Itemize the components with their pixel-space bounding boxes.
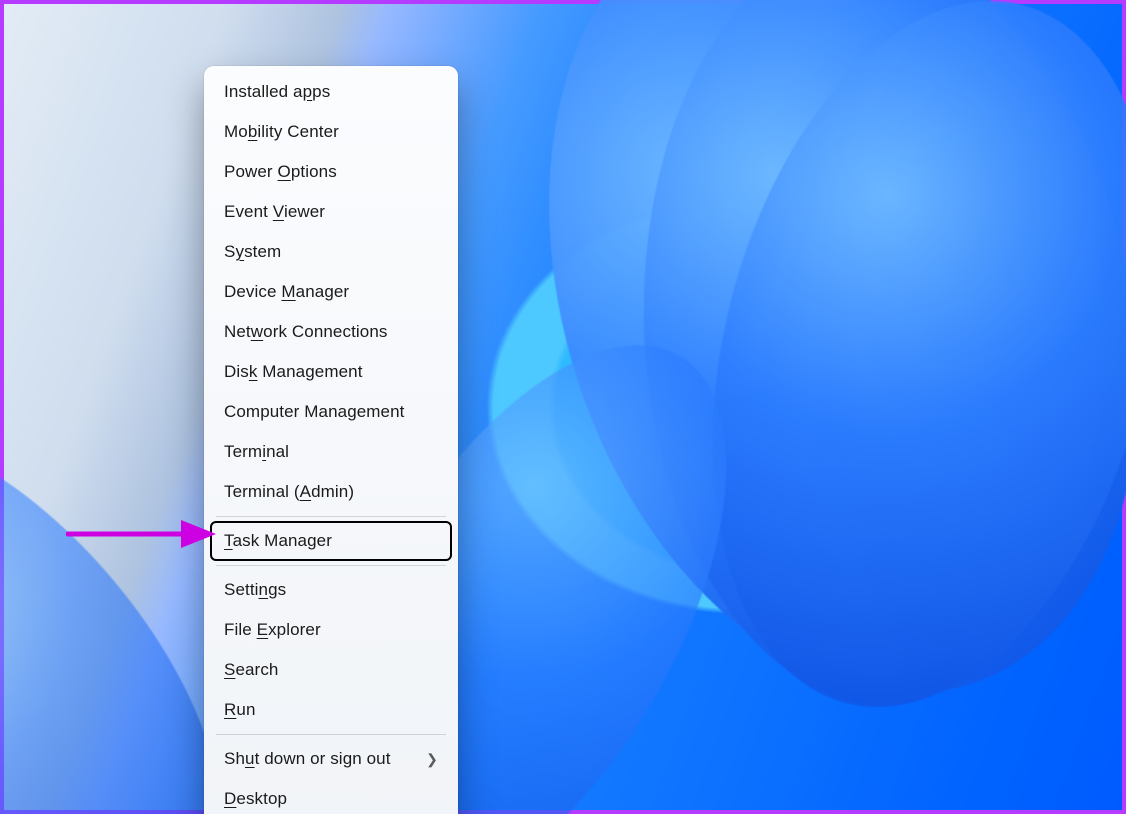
menu-item-label: Task Manager [224, 531, 332, 551]
menu-item-label: Mobility Center [224, 122, 339, 142]
menu-item-event-viewer[interactable]: Event Viewer [210, 192, 452, 232]
menu-item-installed-apps[interactable]: Installed apps [210, 72, 452, 112]
menu-item-network-connections[interactable]: Network Connections [210, 312, 452, 352]
menu-item-label: Network Connections [224, 322, 388, 342]
menu-separator [216, 516, 446, 517]
menu-item-system[interactable]: System [210, 232, 452, 272]
menu-item-search[interactable]: Search [210, 650, 452, 690]
menu-item-task-manager[interactable]: Task Manager [210, 521, 452, 561]
menu-item-disk-management[interactable]: Disk Management [210, 352, 452, 392]
menu-item-label: Desktop [224, 789, 287, 809]
menu-item-power-options[interactable]: Power Options [210, 152, 452, 192]
chevron-right-icon: ❯ [426, 751, 438, 768]
menu-item-label: Settings [224, 580, 286, 600]
menu-item-label: Disk Management [224, 362, 363, 382]
menu-item-label: Installed apps [224, 82, 330, 102]
menu-item-label: Search [224, 660, 278, 680]
menu-item-label: File Explorer [224, 620, 321, 640]
annotated-frame: Installed apps Mobility Center Power Opt… [0, 0, 1126, 814]
menu-item-label: Terminal [224, 442, 289, 462]
menu-item-label: Power Options [224, 162, 337, 182]
menu-item-label: Device Manager [224, 282, 349, 302]
menu-item-device-manager[interactable]: Device Manager [210, 272, 452, 312]
menu-item-shut-down[interactable]: Shut down or sign out ❯ [210, 739, 452, 779]
menu-item-label: Event Viewer [224, 202, 325, 222]
winx-context-menu: Installed apps Mobility Center Power Opt… [204, 66, 458, 814]
menu-item-label: Run [224, 700, 256, 720]
menu-item-file-explorer[interactable]: File Explorer [210, 610, 452, 650]
menu-item-label: System [224, 242, 281, 262]
menu-item-label: Computer Management [224, 402, 405, 422]
menu-item-terminal-admin[interactable]: Terminal (Admin) [210, 472, 452, 512]
menu-item-label: Shut down or sign out [224, 749, 391, 769]
menu-item-computer-management[interactable]: Computer Management [210, 392, 452, 432]
menu-item-settings[interactable]: Settings [210, 570, 452, 610]
menu-separator [216, 565, 446, 566]
menu-item-mobility-center[interactable]: Mobility Center [210, 112, 452, 152]
menu-separator [216, 734, 446, 735]
menu-item-label: Terminal (Admin) [224, 482, 354, 502]
menu-item-desktop[interactable]: Desktop [210, 779, 452, 814]
menu-item-run[interactable]: Run [210, 690, 452, 730]
menu-item-terminal[interactable]: Terminal [210, 432, 452, 472]
